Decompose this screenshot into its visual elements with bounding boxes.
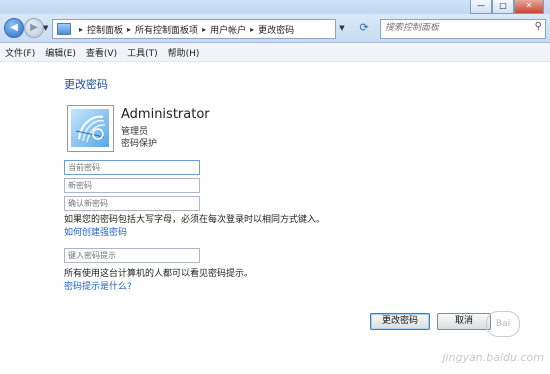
user-name: Administrator	[121, 107, 210, 122]
hint-visibility-warning: 所有使用这台计算机的人都可以看见密码提示。	[64, 269, 254, 279]
menu-tools[interactable]: 工具(T)	[122, 46, 163, 59]
new-password-field[interactable]	[64, 178, 200, 193]
password-hint-help-link[interactable]: 密码提示是什么?	[64, 279, 132, 292]
confirm-password-input[interactable]	[65, 197, 198, 210]
recent-pages-chevron-icon[interactable]: ▼	[43, 24, 48, 32]
address-bar[interactable]: ▸ 控制面板 ▸ 所有控制面板项 ▸ 用户帐户 ▸ 更改密码	[52, 19, 336, 39]
caps-lock-warning: 如果您的密码包括大写字母，必须在每次登录时以相同方式键入。	[64, 215, 326, 225]
user-protection-status: 密码保护	[121, 139, 158, 149]
change-password-button[interactable]: 更改密码	[370, 313, 430, 330]
navigation-bar: ◀ ▶ ▼ ▸ 控制面板 ▸ 所有控制面板项 ▸ 用户帐户 ▸ 更改密码 ▼ ⟳…	[0, 14, 550, 43]
search-icon[interactable]: ⚲	[535, 21, 542, 32]
user-picture-icon	[71, 109, 109, 147]
maximize-button[interactable]: □	[492, 0, 514, 14]
current-password-field[interactable]	[64, 160, 200, 175]
forward-button[interactable]: ▶	[24, 18, 44, 38]
breadcrumb-change-password[interactable]: 更改密码	[258, 23, 294, 36]
window-controls: — □ ✕	[470, 0, 544, 14]
breadcrumb-separator-icon[interactable]: ▸	[127, 25, 131, 34]
close-button[interactable]: ✕	[514, 0, 544, 14]
address-dropdown-icon[interactable]: ▼	[336, 19, 348, 37]
page-title: 更改密码	[64, 78, 108, 91]
strong-password-link[interactable]: 如何创建强密码	[64, 225, 127, 238]
menu-file[interactable]: 文件(F)	[0, 46, 40, 59]
forward-arrow-icon: ▶	[30, 22, 38, 33]
breadcrumb-all-items[interactable]: 所有控制面板项	[135, 23, 198, 36]
breadcrumb-control-panel[interactable]: 控制面板	[87, 23, 123, 36]
breadcrumb-user-accounts[interactable]: 用户帐户	[210, 23, 246, 36]
avatar	[67, 105, 114, 152]
watermark-text: jingyan.baidu.com	[442, 351, 544, 364]
refresh-icon[interactable]: ⟳	[355, 19, 373, 37]
control-panel-icon	[57, 23, 71, 35]
watermark-logo-icon: Bai	[486, 311, 520, 337]
cancel-button[interactable]: 取消	[437, 313, 491, 330]
password-hint-input[interactable]	[65, 249, 198, 262]
search-input[interactable]	[381, 20, 525, 36]
back-button[interactable]: ◀	[4, 18, 24, 38]
breadcrumb-separator-icon[interactable]: ▸	[79, 25, 83, 34]
new-password-input[interactable]	[65, 179, 198, 192]
menu-bar: 文件(F) 编辑(E) 查看(V) 工具(T) 帮助(H)	[0, 43, 550, 62]
confirm-password-field[interactable]	[64, 196, 200, 211]
menu-help[interactable]: 帮助(H)	[163, 46, 205, 59]
menu-edit[interactable]: 编辑(E)	[40, 46, 81, 59]
current-password-input[interactable]	[65, 161, 198, 174]
back-arrow-icon: ◀	[10, 22, 18, 33]
breadcrumb-separator-icon[interactable]: ▸	[202, 25, 206, 34]
breadcrumb-separator-icon[interactable]: ▸	[250, 25, 254, 34]
minimize-button[interactable]: —	[470, 0, 492, 14]
search-box[interactable]: ⚲	[380, 19, 546, 39]
password-hint-field[interactable]	[64, 248, 200, 263]
menu-view[interactable]: 查看(V)	[81, 46, 122, 59]
